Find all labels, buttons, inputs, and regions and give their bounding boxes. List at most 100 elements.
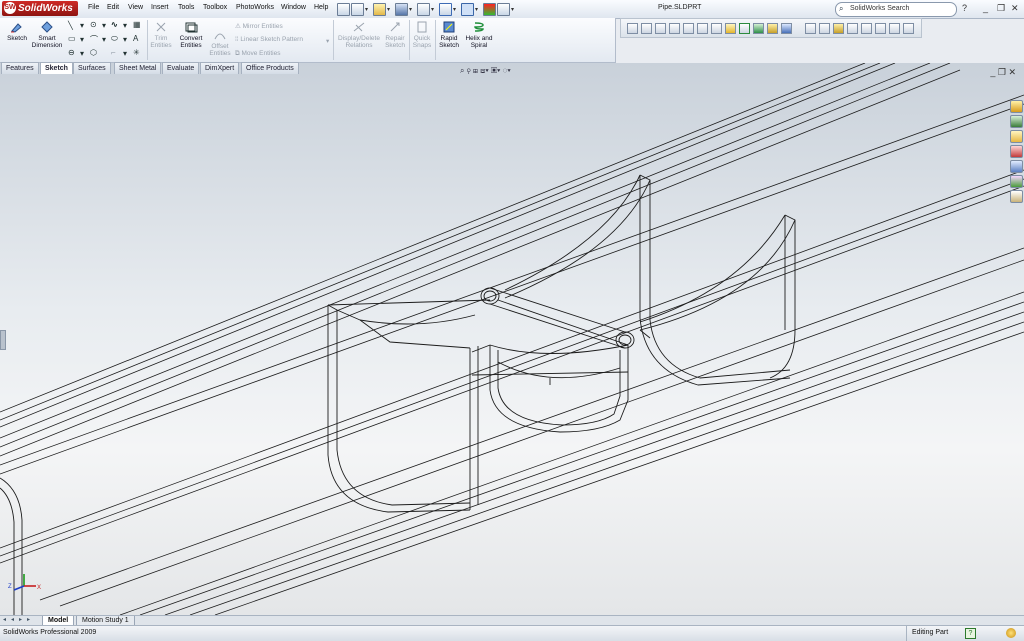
helix-spiral-button[interactable]: Helix and Spiral — [463, 21, 495, 49]
spline-icon[interactable]: ∿ — [111, 20, 118, 29]
graphics-area[interactable] — [0, 63, 1024, 615]
tool-icon[interactable] — [767, 23, 778, 34]
tool-icon[interactable] — [861, 23, 872, 34]
ellipse-dropdown-icon[interactable]: ▾ — [123, 35, 127, 44]
view-icon[interactable] — [655, 23, 666, 34]
restore-button[interactable]: ❐ — [997, 3, 1005, 14]
sketch-button[interactable]: Sketch — [4, 21, 30, 42]
arc-dropdown-icon[interactable]: ▾ — [102, 35, 106, 44]
save-dropdown-icon[interactable]: ▾ — [409, 6, 412, 13]
close-button[interactable]: ✕ — [1011, 3, 1019, 14]
rectangle-dropdown-icon[interactable]: ▾ — [80, 35, 84, 44]
home-icon[interactable] — [1010, 100, 1023, 113]
menu-toolbox[interactable]: Toolbox — [203, 4, 227, 11]
quick-snaps-button[interactable]: Quick Snaps — [411, 21, 433, 49]
menu-help[interactable]: Help — [314, 4, 328, 11]
rebuild-icon[interactable] — [483, 3, 496, 16]
sketch-tool-icon[interactable] — [725, 23, 736, 34]
display-style-dropdown-icon[interactable]: ▾ — [497, 66, 500, 75]
slot-dropdown-icon[interactable]: ▾ — [80, 49, 84, 58]
custom-properties-icon[interactable] — [1010, 190, 1023, 203]
next-tab-icon[interactable]: ▸ — [19, 617, 25, 623]
trim-entities-button[interactable]: Trim Entities — [149, 21, 173, 49]
search-results-icon[interactable] — [1010, 145, 1023, 158]
tab-dimxpert[interactable]: DimXpert — [200, 62, 240, 74]
tool-icon[interactable] — [903, 23, 914, 34]
viewport-close-button[interactable]: ✕ — [1008, 67, 1016, 77]
point-icon[interactable]: ✳ — [133, 48, 140, 57]
new-document-icon[interactable] — [351, 3, 364, 16]
print-dropdown-icon[interactable]: ▾ — [431, 6, 434, 13]
tool-icon[interactable] — [753, 23, 764, 34]
convert-entities-button[interactable]: Convert Entities — [176, 21, 206, 49]
tool-icon[interactable] — [819, 23, 830, 34]
slot-icon[interactable]: ⊖ — [68, 48, 75, 57]
help-icon[interactable]: ? — [965, 628, 976, 639]
menu-window[interactable]: Window — [281, 4, 306, 11]
solidworks-logo[interactable]: SW SolidWorks — [2, 1, 78, 16]
print-icon[interactable] — [417, 3, 430, 16]
fillet-dropdown-icon[interactable]: ▾ — [123, 49, 127, 58]
prev-tab-icon[interactable]: ◂ — [11, 617, 17, 623]
tab-sketch[interactable]: Sketch — [40, 62, 73, 74]
view-icon[interactable] — [669, 23, 680, 34]
smart-dimension-button[interactable]: Smart Dimension — [31, 21, 63, 49]
pin-icon[interactable] — [337, 3, 350, 16]
view-palette-icon[interactable] — [1010, 160, 1023, 173]
view-icon[interactable] — [683, 23, 694, 34]
ellipse-icon[interactable]: ⬭ — [111, 34, 118, 44]
tab-sheet-metal[interactable]: Sheet Metal — [114, 62, 162, 74]
first-tab-icon[interactable]: ◂ — [3, 617, 9, 623]
tab-evaluate[interactable]: Evaluate — [162, 62, 200, 74]
options-icon[interactable] — [497, 3, 510, 16]
polygon-icon[interactable]: ⬡ — [90, 48, 97, 57]
select-arrow-icon[interactable] — [461, 3, 474, 16]
mirror-entities-button[interactable]: ⚠ Mirror Entities — [235, 22, 283, 30]
tool-icon[interactable] — [833, 23, 844, 34]
plane-icon[interactable]: ▦ — [133, 20, 141, 29]
menu-edit[interactable]: Edit — [107, 4, 119, 11]
menu-photoworks[interactable]: PhotoWorks — [236, 4, 274, 11]
display-delete-relations-button[interactable]: Display/Delete Relations — [336, 21, 382, 49]
view-icon[interactable] — [627, 23, 638, 34]
undo-icon[interactable] — [439, 3, 452, 16]
rectangle-icon[interactable]: ▭ — [68, 34, 76, 43]
menu-insert[interactable]: Insert — [151, 4, 169, 11]
hide-show-dropdown-icon[interactable]: ▾ — [507, 66, 510, 75]
rapid-sketch-button[interactable]: Rapid Sketch — [437, 21, 461, 49]
last-tab-icon[interactable]: ▸ — [27, 617, 33, 623]
tab-office-products[interactable]: Office Products — [241, 62, 299, 74]
text-icon[interactable]: A — [133, 34, 138, 43]
feature-manager-handle[interactable] — [0, 330, 6, 350]
relation-tool-icon[interactable] — [739, 23, 750, 34]
tab-features[interactable]: Features — [1, 62, 39, 74]
fillet-icon[interactable]: ⌐ — [111, 48, 116, 57]
open-dropdown-icon[interactable]: ▾ — [387, 6, 390, 13]
new-dropdown-icon[interactable]: ▾ — [365, 6, 368, 13]
tool-icon[interactable] — [805, 23, 816, 34]
repair-sketch-button[interactable]: Repair Sketch — [383, 21, 407, 49]
menu-view[interactable]: View — [128, 4, 143, 11]
line-dropdown-icon[interactable]: ▾ — [80, 21, 84, 30]
open-folder-icon[interactable] — [373, 3, 386, 16]
view-icon[interactable] — [641, 23, 652, 34]
undo-dropdown-icon[interactable]: ▾ — [453, 6, 456, 13]
zoom-to-fit-icon[interactable]: ⌕ — [460, 66, 464, 75]
view-icon[interactable] — [711, 23, 722, 34]
select-dropdown-icon[interactable]: ▾ — [475, 6, 478, 13]
search-input[interactable]: ⌕ SolidWorks Search — [835, 2, 957, 17]
menu-tools[interactable]: Tools — [178, 4, 194, 11]
linear-pattern-button[interactable]: ⁞⁞ Linear Sketch Pattern — [235, 36, 303, 43]
zoom-area-icon[interactable]: ⚲ — [467, 66, 471, 75]
appearances-icon[interactable] — [1010, 175, 1023, 188]
view-orientation-dropdown-icon[interactable]: ▾ — [485, 66, 488, 75]
menu-file[interactable]: File — [88, 4, 99, 11]
circle-dropdown-icon[interactable]: ▾ — [102, 21, 106, 30]
tool-icon[interactable] — [781, 23, 792, 34]
circle-icon[interactable]: ⊙ — [90, 20, 97, 29]
section-view-icon[interactable]: ⊞ — [473, 66, 478, 75]
spline-dropdown-icon[interactable]: ▾ — [123, 21, 127, 30]
tool-icon[interactable] — [847, 23, 858, 34]
linear-pattern-dropdown-icon[interactable]: ▾ — [326, 37, 329, 45]
move-entities-button[interactable]: ⧉ Move Entities — [235, 50, 280, 58]
